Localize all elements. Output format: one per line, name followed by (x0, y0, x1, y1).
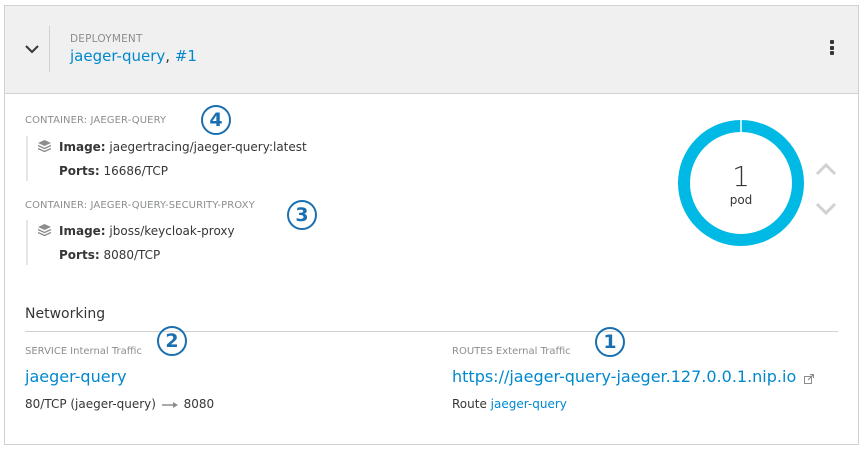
image-value: jaegertracing/jaeger-query:latest (109, 140, 307, 154)
external-link-icon[interactable] (804, 373, 815, 384)
service-heading: SERVICE Internal Traffic (25, 346, 142, 357)
ports-value: 16686/TCP (103, 164, 168, 178)
routes-sub-label: External Traffic (495, 346, 571, 357)
route-name-row: Route jaeger-query (452, 397, 567, 411)
container-image-row: Image: jaegertracing/jaeger-query:latest (59, 140, 307, 154)
arrow-right-icon (161, 401, 178, 408)
image-label: Image: (59, 140, 106, 154)
container-details (26, 136, 28, 181)
deployment-name-link[interactable]: jaeger-query (70, 47, 165, 65)
routes-head-label: ROUTES (452, 346, 493, 357)
container-ports-row: Ports: 16686/TCP (59, 164, 168, 178)
route-url-link[interactable]: https://jaeger-query-jaeger.127.0.0.1.ni… (452, 367, 796, 386)
routes-heading: ROUTES External Traffic (452, 346, 571, 357)
route-label: Route (452, 397, 487, 411)
route-name-link[interactable]: jaeger-query (491, 397, 567, 411)
route-url-row: https://jaeger-query-jaeger.127.0.0.1.ni… (452, 367, 815, 386)
image-label: Image: (59, 224, 106, 238)
ports-label: Ports: (59, 248, 100, 262)
scale-up-icon[interactable] (814, 161, 838, 177)
container-label: CONTAINER: JAEGER-QUERY (25, 115, 167, 126)
pod-count: 1 (732, 160, 750, 193)
service-ports-row: 80/TCP (jaeger-query) 8080 (25, 397, 214, 411)
container-details (26, 220, 28, 265)
service-name-link[interactable]: jaeger-query (25, 367, 127, 386)
ports-value: 8080/TCP (103, 248, 161, 262)
scale-down-icon[interactable] (814, 201, 838, 217)
ports-label: Ports: (59, 164, 100, 178)
service-port-to: 8080 (183, 397, 215, 411)
networking-title: Networking (25, 306, 106, 322)
container-label: CONTAINER: JAEGER-QUERY-SECURITY-PROXY (25, 200, 255, 211)
image-layers-icon (38, 224, 51, 236)
service-port-from: 80/TCP (jaeger-query) (25, 397, 156, 411)
annotation-badge: 4 (201, 105, 231, 135)
container-ports-row: Ports: 8080/TCP (59, 248, 160, 262)
service-head-label: SERVICE (25, 346, 68, 357)
service-sub-label: Internal Traffic (70, 346, 142, 357)
pod-label: pod (729, 193, 753, 207)
annotation-badge: 2 (157, 326, 187, 356)
annotation-badge: 1 (595, 327, 625, 357)
networking-divider (25, 331, 838, 332)
image-layers-icon (38, 140, 51, 152)
kebab-menu-icon[interactable] (825, 40, 839, 60)
title-separator: , (165, 47, 171, 65)
deployment-kind-label: DEPLOYMENT (70, 33, 143, 45)
panel-header: DEPLOYMENT jaeger-query, #1 (5, 6, 858, 94)
deployment-title: jaeger-query, #1 (70, 47, 197, 65)
container-image-row: Image: jboss/keycloak-proxy (59, 224, 235, 238)
annotation-badge: 3 (287, 200, 317, 230)
image-value: jboss/keycloak-proxy (109, 224, 235, 238)
chevron-down-icon[interactable] (23, 40, 41, 58)
header-divider (49, 26, 50, 72)
deployment-revision-link[interactable]: #1 (175, 47, 197, 65)
